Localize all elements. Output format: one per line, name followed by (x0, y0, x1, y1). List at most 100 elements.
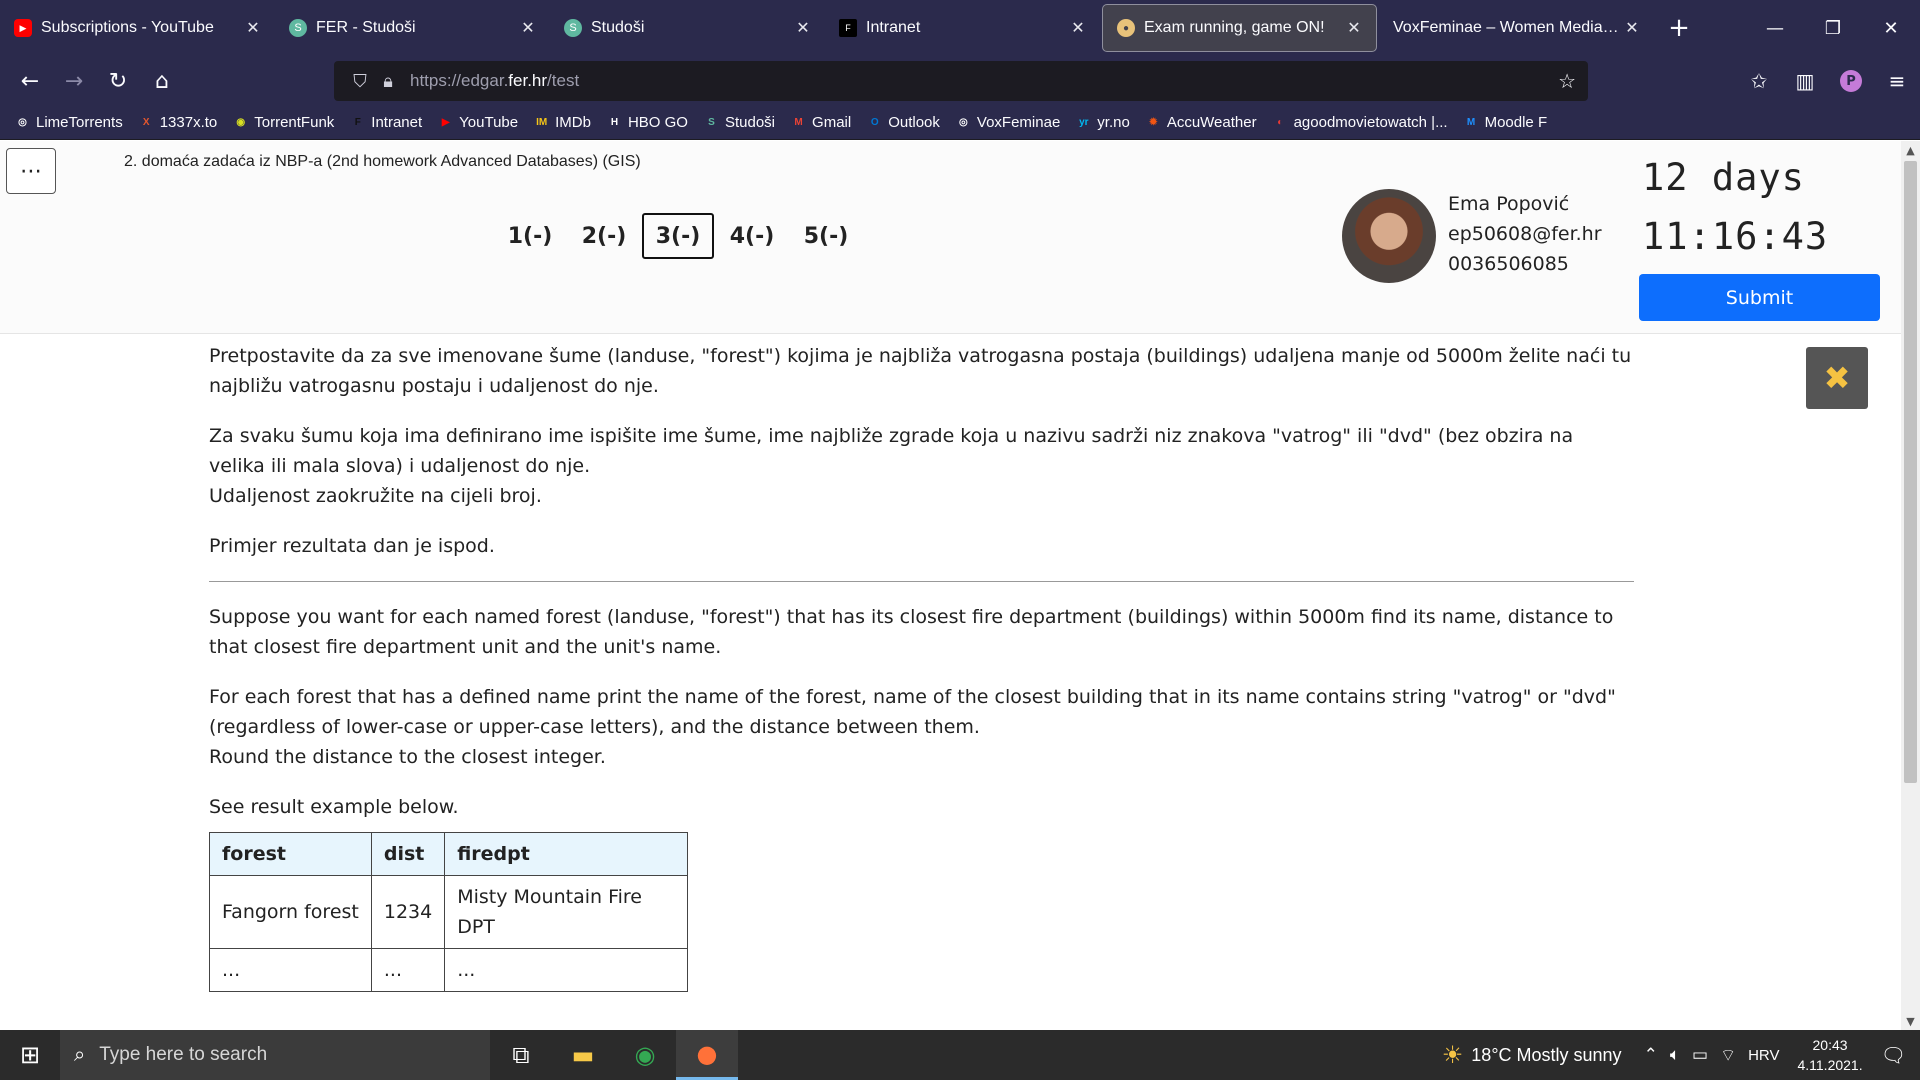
question-button-1[interactable]: 1(-) (494, 213, 566, 259)
profile-avatar-icon[interactable]: P (1840, 70, 1862, 92)
exam-header: ⋯ 2. domaća zadaća iz NBP-a (2nd homewor… (0, 141, 1901, 334)
question-hr-paragraph-2b: Udaljenost zaokružite na cijeli broj. (209, 485, 542, 507)
home-icon[interactable]: ⌂ (140, 61, 184, 101)
scroll-up-icon[interactable]: ▲ (1901, 141, 1920, 159)
language-indicator[interactable]: HRV (1748, 1047, 1779, 1064)
bookmark-item[interactable]: IM IMDb (533, 114, 591, 131)
firefox-icon[interactable]: ● (676, 1030, 738, 1080)
close-icon[interactable]: ✕ (518, 18, 538, 38)
bookmark-label: Studoši (724, 114, 776, 131)
minimize-icon[interactable]: — (1746, 0, 1804, 56)
tools-button[interactable]: ✖︎ (1806, 347, 1868, 409)
tab-exam-active[interactable]: ● Exam running, game ON! ✕ (1102, 4, 1377, 52)
bookmark-item[interactable]: ▶ YouTube (437, 114, 518, 131)
question-button-2[interactable]: 2(-) (568, 213, 640, 259)
bookmark-star-icon[interactable]: ☆ (1558, 69, 1576, 93)
bookmark-item[interactable]: ◎ LimeTorrents (14, 114, 123, 131)
divider (209, 581, 1634, 582)
question-button-3[interactable]: 3(-) (642, 213, 714, 259)
wifi-icon[interactable]: ⌔ (1720, 1045, 1736, 1066)
nav-bar: ← → ↻ ⌂ ⛉ 🔒︎ https://edgar.fer.hr/test ☆… (0, 56, 1920, 106)
bookmark-item[interactable]: S Studoši (703, 114, 775, 131)
question-hr-paragraph-3: Primjer rezultata dan je ispod. (209, 535, 495, 557)
app-menu-icon[interactable]: ≡ (1874, 69, 1920, 93)
table-cell: Fangorn forest (209, 875, 372, 949)
question-hr-paragraph-1: Pretpostavite da za sve imenovane šume (… (209, 345, 1632, 397)
pocket-icon[interactable]: ✩ (1736, 69, 1782, 93)
bookmark-item[interactable]: H HBO GO (606, 114, 688, 131)
system-tray: ☀ 18°C Mostly sunny ⌃ 🔈︎ ▭ ⌔ HRV 20:43 4… (1442, 1030, 1920, 1080)
battery-icon[interactable]: ▭ (1692, 1045, 1708, 1065)
restore-icon[interactable]: ❐ (1804, 0, 1862, 56)
clock-time: 20:43 (1812, 1037, 1848, 1053)
table-cell: ... (370, 948, 446, 992)
weather-sun-icon[interactable]: ☀ (1442, 1041, 1464, 1070)
scroll-down-icon[interactable]: ▼ (1901, 1012, 1920, 1030)
question-en-paragraph-3: See result example below. (209, 796, 459, 818)
table-header-row: forest dist firedpt (209, 832, 689, 876)
notifications-icon[interactable]: 🗨︎ (1881, 1043, 1906, 1068)
file-explorer-icon[interactable]: ▬ (552, 1030, 614, 1080)
url-prefix: https://edgar. (410, 71, 509, 90)
bookmark-item[interactable]: ◐ agoodmovietowatch |... (1272, 114, 1448, 131)
taskbar-search[interactable]: ⌕ Type here to search (60, 1030, 490, 1080)
bookmark-label: yr.no (1097, 114, 1130, 131)
url-text[interactable]: https://edgar.fer.hr/test (410, 71, 579, 91)
bookmark-label: 1337x.to (159, 114, 218, 131)
close-icon[interactable]: ✕ (243, 18, 263, 38)
question-navigation: 1(-) 2(-) 3(-) 4(-) 5(-) (494, 213, 864, 259)
bookmark-item[interactable]: ✹ AccuWeather (1145, 114, 1256, 131)
reload-icon[interactable]: ↻ (96, 61, 140, 101)
tools-icon: ✖︎ (1823, 359, 1851, 397)
back-icon[interactable]: ← (8, 61, 52, 101)
youtube-icon: ▶ (441, 117, 450, 128)
bookmark-item[interactable]: O Outlook (866, 114, 940, 131)
bookmark-item[interactable]: yr yr.no (1075, 114, 1130, 131)
windows-start-icon[interactable]: ⊞ (0, 1030, 60, 1080)
task-view-icon[interactable]: ⧉ (490, 1030, 552, 1080)
tab-youtube[interactable]: ▶ Subscriptions - YouTube ✕ (0, 0, 275, 56)
tab-voxfeminae[interactable]: VoxFeminae – Women Media Inde ✕ (1379, 0, 1654, 56)
url-bar[interactable]: ⛉ 🔒︎ https://edgar.fer.hr/test ☆ (334, 61, 1588, 101)
bookmark-item[interactable]: M Moodle F (1463, 114, 1547, 131)
weather-text[interactable]: 18°C Mostly sunny (1471, 1045, 1621, 1066)
chrome-icon[interactable]: ◉ (614, 1030, 676, 1080)
close-icon[interactable]: ✕ (793, 18, 813, 38)
question-en-paragraph-2b: Round the distance to the closest intege… (209, 746, 606, 768)
volume-icon[interactable]: 🔈︎ (1670, 1045, 1680, 1065)
bookmark-item[interactable]: X 1337x.to (138, 114, 218, 131)
lock-icon[interactable]: 🔒︎ (374, 71, 402, 92)
bookmark-item[interactable]: ◉ TorrentFunk (232, 114, 334, 131)
table-row: ... ... ... (209, 948, 689, 992)
tab-intranet[interactable]: F Intranet ✕ (825, 0, 1100, 56)
close-icon[interactable]: ✕ (1068, 18, 1088, 38)
tab-fer-studosi[interactable]: S FER - Studoši ✕ (275, 0, 550, 56)
youtube-icon: ▶ (14, 19, 32, 37)
clock-date: 4.11.2021. (1797, 1057, 1863, 1073)
question-button-4[interactable]: 4(-) (716, 213, 788, 259)
bookmark-label: VoxFeminae (976, 114, 1061, 131)
close-icon[interactable]: ✕ (1622, 18, 1642, 38)
new-tab-button[interactable]: + (1654, 0, 1704, 56)
bookmark-item[interactable]: ◎ VoxFeminae (955, 114, 1060, 131)
bookmark-label: HBO GO (627, 114, 688, 131)
forward-icon[interactable]: → (52, 61, 96, 101)
tab-studosi[interactable]: S Studoši ✕ (550, 0, 825, 56)
clock[interactable]: 20:43 4.11.2021. (1797, 1035, 1862, 1075)
sidebar-icon[interactable]: ▥ (1782, 69, 1828, 93)
bookmark-item[interactable]: F Intranet (349, 114, 422, 131)
tab-title: Exam running, game ON! (1144, 19, 1325, 36)
bookmark-item[interactable]: M Gmail (790, 114, 851, 131)
gmail-icon: M (794, 117, 803, 128)
question-button-5[interactable]: 5(-) (790, 213, 862, 259)
question-en-paragraph-1: Suppose you want for each named forest (… (209, 606, 1614, 658)
window-controls: — ❐ ✕ (1746, 0, 1920, 56)
close-window-icon[interactable]: ✕ (1862, 0, 1920, 56)
close-icon[interactable]: ✕ (1344, 18, 1364, 38)
shield-icon[interactable]: ⛉ (346, 71, 374, 92)
chevron-up-icon[interactable]: ⌃ (1644, 1045, 1658, 1065)
scrollbar-thumb[interactable] (1904, 161, 1917, 783)
page-scrollbar[interactable]: ▲ ▼ (1901, 141, 1920, 1030)
submit-button[interactable]: Submit (1639, 274, 1880, 321)
apps-menu-button[interactable]: ⋯ (6, 148, 56, 194)
